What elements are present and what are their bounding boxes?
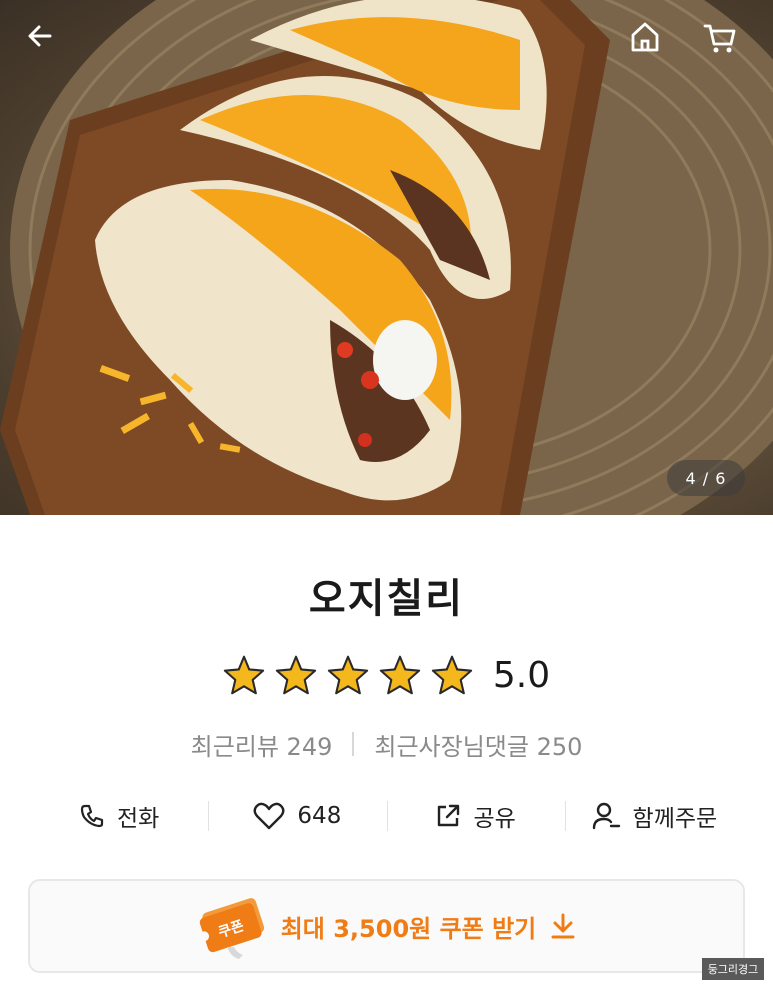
rating-value: 5.0 [492, 654, 551, 696]
divider [352, 732, 355, 756]
recent-owner-replies-link[interactable]: 최근사장님댓글 250 [374, 727, 582, 762]
coupon-label: 최대 3,500원 쿠폰 받기 [280, 914, 537, 943]
recent-reviews-link[interactable]: 최근리뷰 249 [191, 727, 333, 762]
star-icon [431, 655, 473, 695]
star-icon [223, 655, 265, 695]
download-arrow-icon [551, 913, 575, 939]
like-button[interactable]: 648 [208, 790, 386, 842]
call-label: 전화 [116, 806, 160, 832]
call-button[interactable]: 전화 [30, 790, 208, 842]
arrow-left-icon [28, 25, 52, 47]
home-button[interactable] [628, 20, 672, 64]
store-name: 오지칠리 [308, 576, 465, 622]
cart-icon [703, 24, 736, 53]
share-label: 공유 [473, 806, 516, 832]
action-bar: 전화 648 공유 함께주문 [30, 790, 743, 842]
tacos-photo-illustration [0, 0, 773, 515]
star-icon [379, 655, 421, 695]
coupon-download-button[interactable]: 쿠폰 최대 3,500원 쿠폰 받기 [28, 879, 745, 973]
rating-row: 5.0 [0, 648, 773, 702]
like-count: 648 [297, 803, 342, 829]
share-icon [435, 803, 461, 829]
back-button[interactable] [24, 20, 68, 64]
star-icon [327, 655, 369, 695]
image-page-indicator: 4 / 6 [667, 460, 745, 496]
coupon-ticket-icon: 쿠폰 [198, 898, 264, 959]
review-summary: 최근리뷰 249 최근사장님댓글 250 [0, 726, 773, 762]
cart-button[interactable] [702, 20, 746, 64]
group-order-button[interactable]: 함께주문 [564, 790, 743, 842]
star-rating [223, 655, 473, 695]
star-icon [275, 655, 317, 695]
person-add-icon [591, 801, 621, 831]
share-button[interactable]: 공유 [386, 790, 565, 842]
group-order-label: 함께주문 [632, 806, 718, 832]
watermark: 둥그리경그 [702, 958, 764, 980]
store-photo[interactable]: 4 / 6 [0, 0, 773, 515]
heart-icon [253, 802, 285, 830]
home-icon [631, 22, 659, 52]
phone-icon [79, 803, 105, 829]
